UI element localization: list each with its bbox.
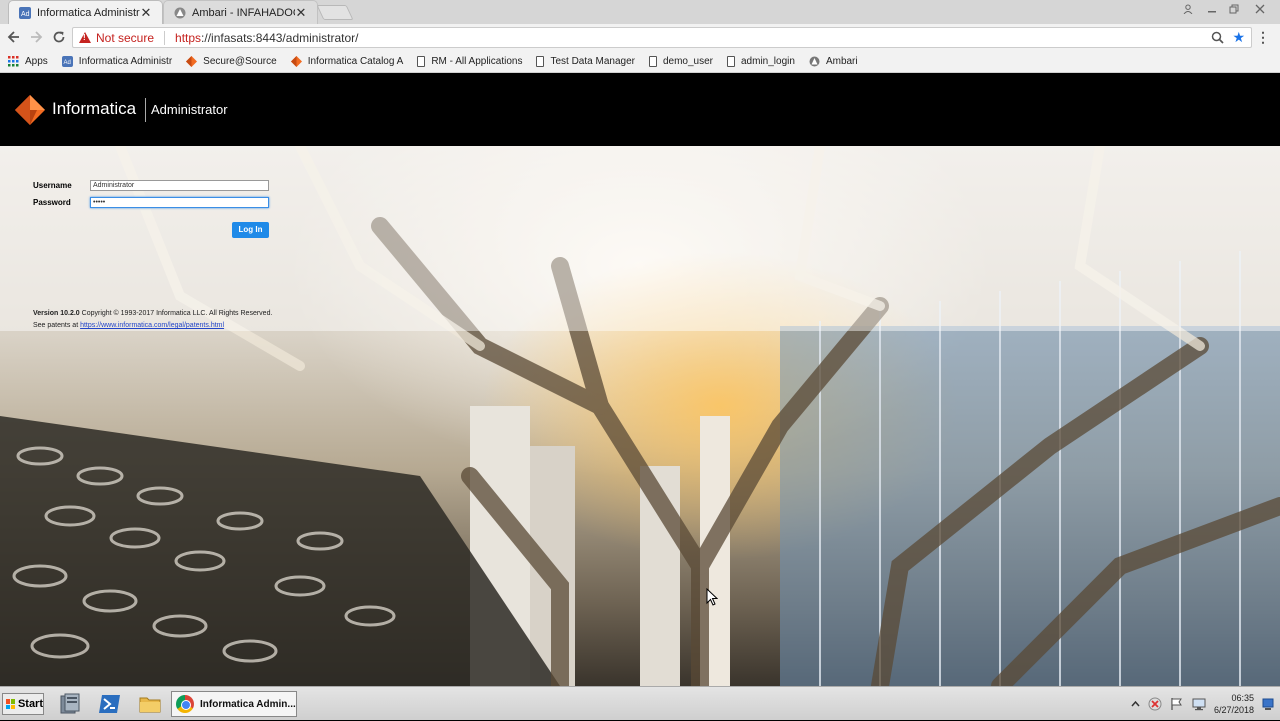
windows-logo-icon	[6, 699, 15, 709]
clock-time: 06:35	[1231, 693, 1254, 703]
tab-ambari[interactable]: Ambari - INFAHADOOP ✕	[163, 0, 318, 24]
svg-text:Ad: Ad	[21, 11, 30, 18]
restore-icon[interactable]	[1224, 0, 1244, 17]
security-alert-icon[interactable]	[1148, 697, 1162, 711]
username-label: Username	[33, 181, 72, 190]
new-tab-button[interactable]	[316, 5, 354, 20]
bookmark-secure-source[interactable]: Secure@Source	[186, 56, 277, 67]
bookmark-label: Informatica Administr	[78, 56, 173, 67]
bookmark-label: Apps	[25, 56, 48, 67]
tab-strip: Ad Informatica Administrator ✕ Ambari - …	[0, 0, 1280, 24]
bookmark-label: Secure@Source	[203, 56, 277, 67]
mouse-cursor-icon	[706, 588, 718, 606]
user-profile-icon[interactable]	[1178, 0, 1198, 17]
bookmark-label: Ambari	[825, 56, 858, 67]
page-content: Informatica Administrator Username Admin…	[0, 73, 1280, 686]
browser-menu-icon[interactable]: ⋮	[1256, 29, 1270, 46]
login-button[interactable]: Log In	[232, 222, 269, 238]
informatica-admin-icon: Ad	[19, 6, 31, 19]
bookmark-informatica-administrator[interactable]: Ad Informatica Administr	[61, 56, 173, 67]
minimize-icon[interactable]	[1202, 0, 1222, 17]
reload-icon[interactable]	[50, 28, 68, 46]
copyright-text: Copyright © 1993-2017 Informatica LLC. A…	[79, 310, 273, 317]
system-tray: 06:35 6/27/2018	[1131, 687, 1280, 721]
bookmark-apps[interactable]: Apps	[8, 56, 48, 67]
password-label: Password	[33, 198, 71, 207]
close-tab-icon[interactable]: ✕	[295, 5, 307, 21]
tab-title: Informatica Administrator	[37, 6, 140, 19]
bookmark-label: Test Data Manager	[550, 56, 635, 67]
patents-link[interactable]: https://www.informatica.com/legal/patent…	[80, 322, 224, 329]
product-name: Administrator	[151, 102, 228, 117]
divider	[164, 30, 166, 45]
apps-grid-icon	[8, 56, 19, 67]
informatica-logo-icon	[186, 56, 198, 67]
informatica-logo-icon	[290, 56, 302, 67]
chrome-icon	[176, 695, 194, 713]
bookmark-admin-login[interactable]: admin_login	[727, 56, 795, 67]
bookmark-ambari[interactable]: Ambari	[809, 56, 858, 67]
bookmarks-bar: Apps Ad Informatica Administr Secure@Sou…	[0, 51, 1280, 73]
bookmark-informatica-catalog[interactable]: Informatica Catalog A	[290, 56, 404, 67]
system-clock[interactable]: 06:35 6/27/2018	[1214, 692, 1254, 716]
close-tab-icon[interactable]: ✕	[140, 5, 152, 21]
action-center-flag-icon[interactable]	[1170, 697, 1184, 711]
taskbar-chrome-window[interactable]: Informatica Admin...	[171, 691, 297, 717]
page-icon	[648, 56, 657, 67]
start-label: Start	[17, 698, 43, 710]
svg-text:Ad: Ad	[63, 60, 70, 66]
security-indicator[interactable]: Not secure	[96, 31, 154, 45]
url-text: ://infasats:8443/administrator/	[201, 30, 359, 45]
page-icon	[727, 56, 735, 67]
back-arrow-icon[interactable]	[5, 28, 23, 46]
app-header: Informatica Administrator	[0, 73, 1280, 146]
zoom-icon[interactable]	[1211, 31, 1225, 44]
taskbar: Start Informatica Admin... 06:35 6/27/20…	[0, 686, 1280, 720]
patents-label: See patents at	[33, 322, 81, 329]
ambari-icon	[809, 56, 820, 67]
browser-toolbar: Not secure https ://infasats:8443/admini…	[0, 24, 1280, 51]
version-text: Version 10.2.0	[33, 310, 80, 317]
powershell-icon[interactable]	[98, 692, 122, 716]
password-input[interactable]: •••••	[90, 197, 269, 208]
page-footer: Version 10.2.0 Copyright © 1993-2017 Inf…	[33, 308, 272, 332]
show-hidden-icons-icon[interactable]	[1131, 700, 1140, 709]
bookmark-demo-user[interactable]: demo_user	[648, 56, 713, 67]
bookmark-rm-all-applications[interactable]: RM - All Applications	[417, 56, 522, 67]
warning-icon	[79, 32, 91, 43]
bookmark-star-icon[interactable]: ★	[1232, 30, 1245, 44]
architecture-photo	[0, 146, 1280, 686]
file-explorer-icon[interactable]	[138, 692, 162, 716]
page-icon	[417, 56, 426, 67]
informatica-logo-icon	[15, 95, 45, 125]
taskbar-task-label: Informatica Admin...	[200, 698, 296, 710]
network-icon[interactable]	[1192, 697, 1206, 711]
informatica-admin-icon: Ad	[61, 56, 73, 67]
start-button[interactable]: Start	[2, 693, 44, 715]
tab-informatica-administrator[interactable]: Ad Informatica Administrator ✕	[8, 0, 163, 24]
bookmark-test-data-manager[interactable]: Test Data Manager	[536, 56, 635, 67]
bookmark-label: RM - All Applications	[431, 56, 523, 67]
omnibox-icons: ★	[1211, 30, 1245, 44]
page-icon	[536, 56, 545, 67]
forward-arrow-icon[interactable]	[27, 28, 45, 46]
bookmark-label: Informatica Catalog A	[307, 56, 404, 67]
background-image	[0, 146, 1280, 686]
address-bar[interactable]: Not secure https ://infasats:8443/admini…	[72, 27, 1252, 48]
brand-name: Informatica	[52, 99, 137, 118]
bookmark-label: demo_user	[662, 56, 713, 67]
server-manager-icon[interactable]	[58, 692, 82, 716]
username-input[interactable]: Administrator	[90, 180, 269, 191]
ambari-icon	[174, 7, 186, 18]
close-window-icon[interactable]	[1250, 0, 1270, 17]
brand-divider	[145, 98, 146, 122]
copyright-line: Version 10.2.0 Copyright © 1993-2017 Inf…	[33, 308, 272, 320]
show-desktop-icon[interactable]	[1262, 697, 1274, 711]
bookmark-label: admin_login	[741, 56, 795, 67]
tab-title: Ambari - INFAHADOOP	[192, 6, 295, 19]
url-scheme: https	[175, 30, 202, 45]
clock-date: 6/27/2018	[1213, 705, 1254, 715]
patents-line: See patents at https://www.informatica.c…	[33, 320, 272, 332]
